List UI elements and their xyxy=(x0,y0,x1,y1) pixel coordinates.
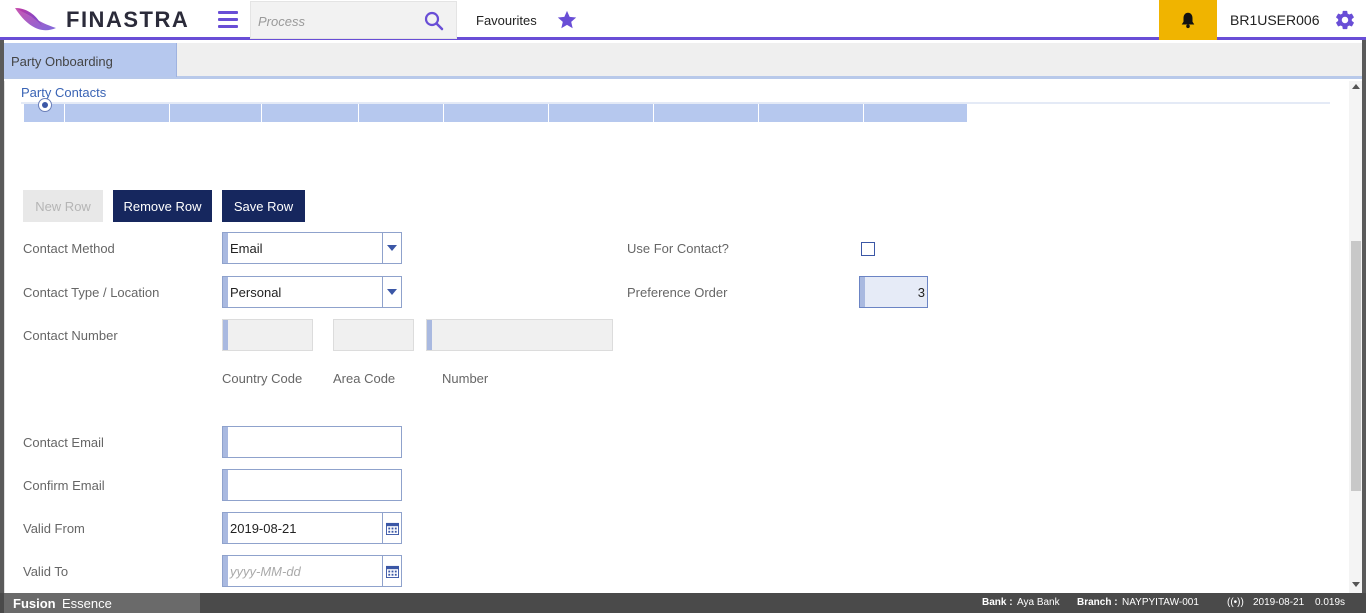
process-search[interactable]: Process xyxy=(250,1,457,39)
tab-party-onboarding[interactable]: Party Onboarding xyxy=(4,43,177,77)
calendar-icon[interactable] xyxy=(382,513,401,543)
table-cell[interactable] xyxy=(444,104,549,122)
table-cell[interactable] xyxy=(65,104,170,122)
table-cell[interactable] xyxy=(759,104,864,122)
table-cell[interactable] xyxy=(262,104,359,122)
contact-email-label: Contact Email xyxy=(23,435,104,450)
contact-method-label: Contact Method xyxy=(23,241,115,256)
valid-from-value: 2019-08-21 xyxy=(230,521,297,536)
confirm-email-label: Confirm Email xyxy=(23,478,105,493)
scroll-up-arrow-icon[interactable] xyxy=(1352,84,1360,89)
branch-value: NAYPYITAW-001 xyxy=(1122,597,1199,608)
preference-order-label: Preference Order xyxy=(627,285,728,300)
footer-date: 2019-08-21 xyxy=(1253,597,1305,608)
new-row-button[interactable]: New Row xyxy=(23,190,103,222)
save-row-button[interactable]: Save Row xyxy=(222,190,305,222)
top-bar: FINASTRA Process Favourites BR1USER006 xyxy=(0,0,1366,40)
area-code-input[interactable] xyxy=(333,319,414,351)
use-for-contact-label: Use For Contact? xyxy=(627,241,729,256)
window-frame-right xyxy=(1362,40,1366,593)
number-input[interactable] xyxy=(426,319,613,351)
scroll-down-arrow-icon[interactable] xyxy=(1352,582,1360,587)
remove-row-button[interactable]: Remove Row xyxy=(113,190,212,222)
search-icon[interactable] xyxy=(424,11,444,34)
table-cell[interactable] xyxy=(549,104,654,122)
username[interactable]: BR1USER006 xyxy=(1230,12,1320,28)
section-title: Party Contacts xyxy=(21,85,107,100)
valid-from-date-input[interactable]: 2019-08-21 xyxy=(222,512,402,544)
preference-order-value: 3 xyxy=(917,285,925,300)
scrollbar-thumb[interactable] xyxy=(1351,241,1361,491)
notifications-button[interactable] xyxy=(1159,0,1217,40)
logo-text: FINASTRA xyxy=(66,7,190,32)
valid-to-label: Valid To xyxy=(23,564,69,579)
favourites-link[interactable]: Favourites xyxy=(476,13,537,28)
contact-number-label: Contact Number xyxy=(23,328,118,343)
use-for-contact-checkbox[interactable] xyxy=(861,242,875,256)
main-content: Party Contacts New Row Remove Row Save R… xyxy=(4,81,1362,593)
connection-status-icon: ((•)) xyxy=(1227,597,1244,608)
number-label: Number xyxy=(442,371,489,386)
contact-method-select[interactable]: Email xyxy=(222,232,402,264)
footer-brand: Fusion Essence xyxy=(4,593,200,613)
chevron-down-icon[interactable] xyxy=(382,277,401,307)
country-code-label: Country Code xyxy=(222,371,303,386)
finastra-logo-icon xyxy=(15,8,56,31)
preference-order-input[interactable]: 3 xyxy=(859,276,928,308)
star-icon[interactable] xyxy=(556,9,578,34)
menu-icon[interactable] xyxy=(218,11,238,29)
country-code-input[interactable] xyxy=(222,319,313,351)
contact-email-input[interactable] xyxy=(222,426,402,458)
chevron-down-icon[interactable] xyxy=(382,233,401,263)
gear-icon[interactable] xyxy=(1334,9,1356,34)
contact-type-select[interactable]: Personal xyxy=(222,276,402,308)
contact-type-value: Personal xyxy=(230,285,282,300)
confirm-email-input[interactable] xyxy=(222,469,402,501)
row-select-radio[interactable] xyxy=(38,98,52,112)
valid-to-placeholder: yyyy-MM-dd xyxy=(230,564,301,579)
search-placeholder: Process xyxy=(258,14,305,29)
table-cell[interactable] xyxy=(359,104,444,122)
status-bar: Fusion Essence Bank : Aya Bank Branch : … xyxy=(0,593,1366,613)
table-row[interactable] xyxy=(24,104,967,122)
tab-label: Party Onboarding xyxy=(11,54,113,69)
area-code-label: Area Code xyxy=(333,371,396,386)
branch-label: Branch : xyxy=(1077,597,1118,608)
brand-light: Essence xyxy=(62,596,112,611)
bank-label: Bank : xyxy=(982,597,1013,608)
bell-icon xyxy=(1181,12,1195,29)
table-cell[interactable] xyxy=(864,104,967,122)
contact-method-value: Email xyxy=(230,241,263,256)
contact-type-label: Contact Type / Location xyxy=(23,285,160,300)
bank-value: Aya Bank xyxy=(1017,597,1060,608)
tab-strip: Party Onboarding xyxy=(4,43,1362,79)
valid-from-label: Valid From xyxy=(23,521,85,536)
table-cell[interactable] xyxy=(654,104,759,122)
brand-bold: Fusion xyxy=(13,596,56,611)
finastra-logo[interactable]: FINASTRA xyxy=(12,4,189,36)
footer-response-time: 0.019s xyxy=(1315,597,1346,608)
calendar-icon[interactable] xyxy=(382,556,401,586)
vertical-scrollbar[interactable] xyxy=(1349,81,1362,593)
table-cell[interactable] xyxy=(170,104,262,122)
valid-to-date-input[interactable]: yyyy-MM-dd xyxy=(222,555,402,587)
